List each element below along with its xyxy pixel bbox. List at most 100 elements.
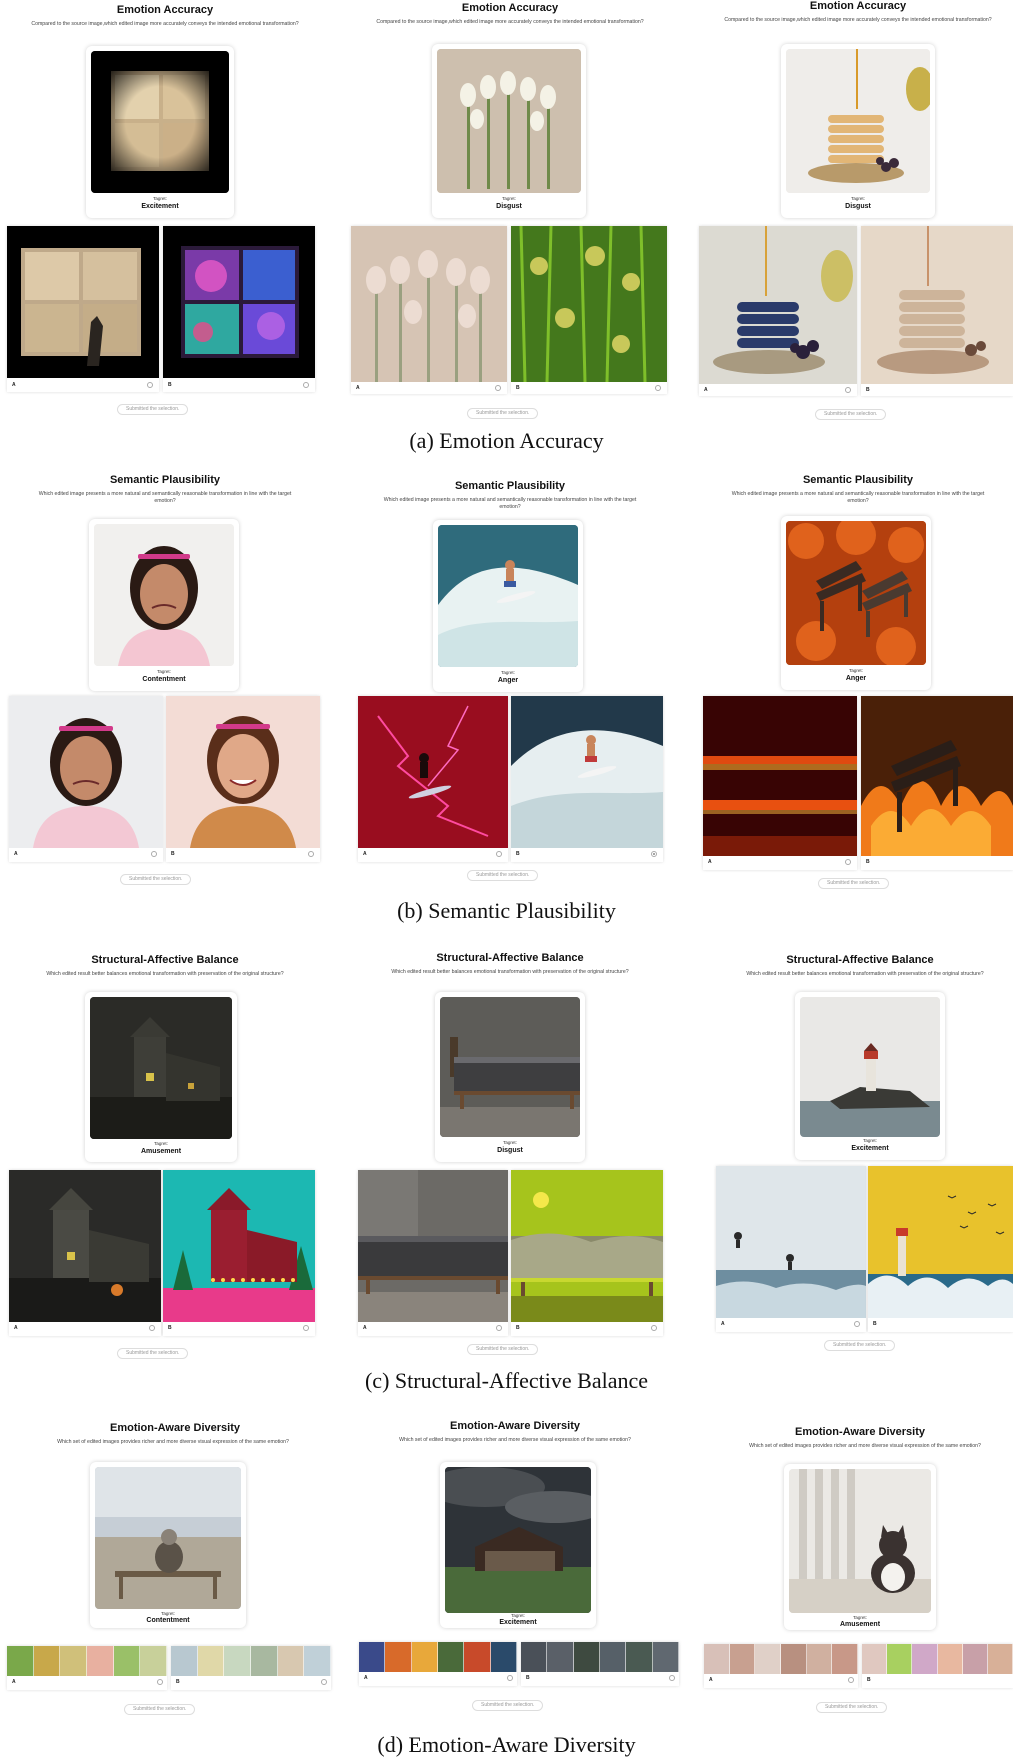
option-b-label: B	[866, 387, 870, 393]
option-b[interactable]: B	[163, 226, 315, 392]
option-a[interactable]: A	[9, 696, 163, 862]
option-a-radio[interactable]	[845, 387, 851, 393]
option-a-radio[interactable]	[149, 1325, 155, 1331]
source-image-card: Tagret: Excitement	[795, 992, 945, 1160]
option-a[interactable]: A	[704, 1644, 858, 1688]
option-b-radio[interactable]	[321, 1679, 327, 1685]
panel-title: Emotion Accuracy	[116, 4, 214, 16]
option-a[interactable]: A	[7, 1646, 167, 1690]
option-b[interactable]: B	[511, 1170, 663, 1336]
option-b[interactable]: B	[166, 696, 320, 862]
option-a[interactable]: A	[9, 1170, 161, 1336]
option-a[interactable]: A	[703, 696, 857, 870]
option-b[interactable]: B	[861, 696, 1013, 870]
option-b-image[interactable]	[861, 696, 1013, 856]
option-b-image[interactable]	[861, 226, 1013, 384]
source-image	[94, 524, 234, 666]
option-a-radio[interactable]	[848, 1677, 854, 1683]
option-a-image-strip[interactable]	[704, 1644, 858, 1674]
option-b-radio[interactable]	[303, 1325, 309, 1331]
option-b-radio[interactable]	[308, 851, 314, 857]
submit-button[interactable]: Submitted the selection.	[816, 1702, 888, 1713]
option-b-image[interactable]	[163, 1170, 315, 1322]
submit-button[interactable]: Submitted the selection.	[120, 874, 192, 885]
option-a-image[interactable]	[7, 226, 159, 378]
option-b-radio[interactable]	[303, 382, 309, 388]
option-b[interactable]: B	[861, 226, 1013, 396]
option-b-image[interactable]	[511, 226, 667, 382]
option-a[interactable]: A	[699, 226, 857, 396]
option-b-image[interactable]	[511, 696, 663, 848]
submit-button[interactable]: Submitted the selection.	[124, 1704, 196, 1715]
option-a-radio[interactable]	[495, 385, 501, 391]
option-b[interactable]: B	[171, 1646, 331, 1690]
option-b-image-strip[interactable]	[862, 1644, 1013, 1674]
option-b-image-strip[interactable]	[521, 1642, 679, 1672]
option-a[interactable]: A	[358, 696, 508, 862]
option-a-radio[interactable]	[151, 851, 157, 857]
option-b-label: B	[516, 851, 520, 857]
submit-button[interactable]: Submitted the selection.	[818, 878, 890, 889]
target-emotion: Excitement	[851, 1145, 889, 1152]
option-a[interactable]: A	[716, 1166, 866, 1332]
option-a-image[interactable]	[716, 1166, 866, 1318]
option-b[interactable]: B	[862, 1644, 1013, 1688]
panel-question: Compared to the source image,which edite…	[376, 19, 644, 25]
submit-button[interactable]: Submitted the selection.	[815, 409, 887, 420]
option-a[interactable]: A	[359, 1642, 517, 1686]
source-image-card: Tagret: Disgust	[781, 44, 935, 218]
option-b-image-strip[interactable]	[171, 1646, 331, 1676]
option-b[interactable]: B	[163, 1170, 315, 1336]
option-a-radio[interactable]	[845, 859, 851, 865]
option-a-radio[interactable]	[147, 382, 153, 388]
target-label: Tagret:	[157, 669, 171, 674]
option-b[interactable]: B	[868, 1166, 1013, 1332]
option-a[interactable]: A	[7, 226, 159, 392]
option-b-image[interactable]	[166, 696, 320, 848]
option-b-radio[interactable]	[655, 385, 661, 391]
option-a-image[interactable]	[358, 1170, 508, 1322]
submit-button[interactable]: Submitted the selection.	[467, 408, 539, 419]
source-image	[786, 49, 930, 193]
submit-button[interactable]: Submitted the selection.	[117, 1348, 189, 1359]
option-a-label: A	[12, 382, 16, 388]
option-a-radio[interactable]	[854, 1321, 860, 1327]
option-a-radio[interactable]	[507, 1675, 513, 1681]
panel-title: Semantic Plausibility	[802, 474, 914, 486]
option-a-image-strip[interactable]	[359, 1642, 517, 1672]
panel-title: Semantic Plausibility	[454, 480, 566, 492]
source-image-card: Tagret: Contentment	[90, 1462, 246, 1628]
panel-question: Which set of edited images provides rich…	[399, 1437, 631, 1443]
option-b-radio[interactable]	[651, 851, 657, 857]
submit-button[interactable]: Submitted the selection.	[117, 404, 189, 415]
panel-question: Which edited image presents a more natur…	[383, 497, 637, 510]
option-b[interactable]: B	[521, 1642, 679, 1686]
source-image	[789, 1469, 931, 1613]
option-b-radio[interactable]	[651, 1325, 657, 1331]
option-b-image[interactable]	[163, 226, 315, 378]
option-a-image[interactable]	[9, 1170, 161, 1322]
option-b[interactable]: B	[511, 226, 667, 394]
option-b[interactable]: B	[511, 696, 663, 862]
option-a-radio[interactable]	[157, 1679, 163, 1685]
option-a-radio[interactable]	[496, 851, 502, 857]
target-emotion: Anger	[497, 677, 519, 684]
option-a[interactable]: A	[351, 226, 507, 394]
target-emotion: Anger	[845, 675, 867, 682]
option-a-image[interactable]	[351, 226, 507, 382]
option-b-image[interactable]	[511, 1170, 663, 1322]
option-b-radio[interactable]	[669, 1675, 675, 1681]
option-a-radio[interactable]	[496, 1325, 502, 1331]
option-a-image[interactable]	[699, 226, 857, 384]
option-a-image[interactable]	[9, 696, 163, 848]
submit-button[interactable]: Submitted the selection.	[467, 870, 539, 881]
submit-button[interactable]: Submitted the selection.	[467, 1344, 539, 1355]
option-a[interactable]: A	[358, 1170, 508, 1336]
option-a-image-strip[interactable]	[7, 1646, 167, 1676]
option-a-image[interactable]	[358, 696, 508, 848]
submit-button[interactable]: Submitted the selection.	[472, 1700, 544, 1711]
option-a-image[interactable]	[703, 696, 857, 856]
submit-button[interactable]: Submitted the selection.	[824, 1340, 896, 1351]
target-emotion: Disgust	[845, 203, 871, 210]
option-b-image[interactable]	[868, 1166, 1013, 1318]
